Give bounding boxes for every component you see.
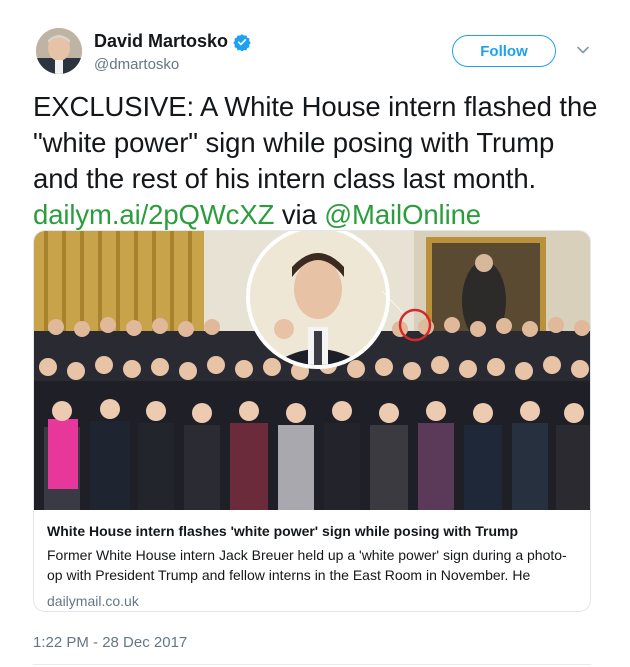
tweet-via: via (281, 199, 317, 230)
verified-badge-icon (233, 33, 251, 51)
avatar[interactable] (36, 28, 82, 74)
tweet-link[interactable]: dailym.ai/2pQWcXZ (33, 199, 274, 230)
card-image[interactable] (34, 231, 591, 510)
tweet-timestamp[interactable]: 1:22 PM - 28 Dec 2017 (33, 634, 187, 651)
link-card[interactable]: White House intern flashes 'white power'… (33, 230, 591, 612)
chevron-down-icon[interactable] (576, 43, 590, 57)
mention-link[interactable]: @MailOnline (324, 199, 481, 230)
card-title[interactable]: White House intern flashes 'white power'… (47, 521, 581, 541)
follow-button[interactable]: Follow (452, 35, 556, 67)
card-body: White House intern flashes 'white power'… (47, 521, 581, 611)
author-name[interactable]: David Martosko (94, 31, 228, 52)
author-row: David Martosko (94, 31, 251, 52)
tweet-text: EXCLUSIVE: A White House intern flashed … (33, 89, 603, 233)
tweet: David Martosko @dmartosko Follow EXCLUSI… (0, 0, 630, 667)
card-description: Former White House intern Jack Breuer he… (47, 547, 567, 583)
card-domain: dailymail.co.uk (47, 593, 139, 609)
tweet-body: EXCLUSIVE: A White House intern flashed … (33, 91, 598, 194)
divider (33, 664, 591, 665)
author-handle[interactable]: @dmartosko (94, 56, 179, 73)
